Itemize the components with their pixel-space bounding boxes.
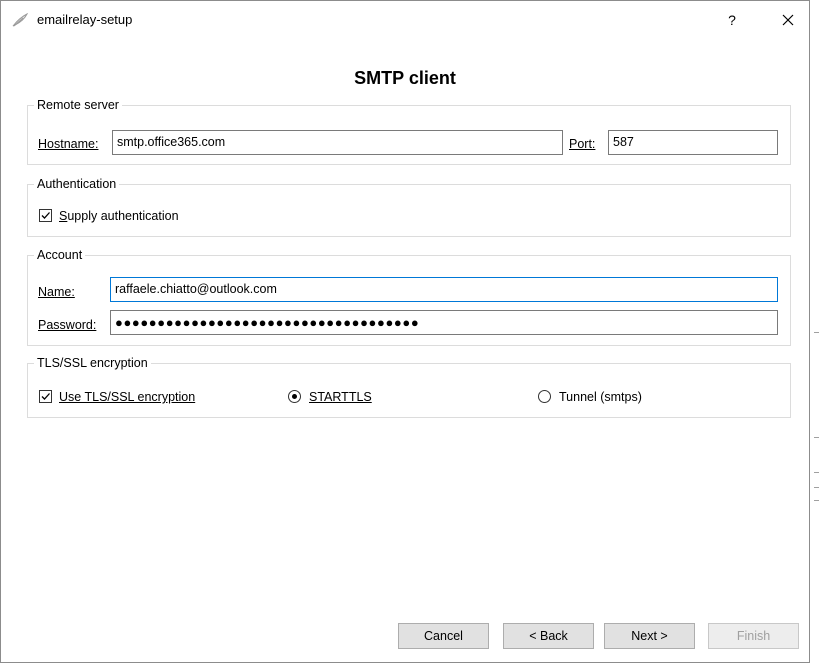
remote-server-group: Remote server Hostname: smtp.office365.c… [27, 97, 791, 165]
tls-group-title: TLS/SSL encryption [34, 355, 151, 371]
tunnel-smtps-label[interactable]: Tunnel (smtps) [559, 389, 642, 405]
window-title: emailrelay-setup [37, 12, 133, 27]
page-title: SMTP client [354, 68, 456, 88]
authentication-group: Authentication Supply authentication [27, 176, 791, 237]
tunnel-smtps-radio[interactable] [538, 390, 551, 403]
close-icon [782, 14, 794, 26]
setup-dialog: emailrelay-setup ? SMTP client Remote se… [0, 0, 810, 663]
authentication-group-title: Authentication [34, 176, 120, 192]
radio-selected-dot [292, 394, 297, 399]
title-bar: emailrelay-setup ? [1, 1, 809, 39]
feather-pen-icon [11, 12, 29, 28]
close-button[interactable] [771, 5, 805, 35]
next-button[interactable]: Next > [604, 623, 695, 649]
use-tls-checkbox[interactable] [39, 390, 52, 403]
name-label: Name: [38, 285, 75, 299]
account-group-title: Account [34, 247, 86, 263]
checkmark-icon [41, 393, 50, 400]
checkmark-icon [41, 212, 50, 219]
port-field[interactable]: 587 [608, 130, 778, 155]
supply-authentication-label[interactable]: Supply authentication [59, 208, 179, 224]
hostname-label: Hostname: [38, 137, 99, 151]
use-tls-label[interactable]: Use TLS/SSL encryption [59, 389, 195, 405]
back-button[interactable]: < Back [503, 623, 594, 649]
background-window-edge [810, 0, 819, 665]
finish-button[interactable]: Finish [708, 623, 799, 649]
password-field[interactable]: ●●●●●●●●●●●●●●●●●●●●●●●●●●●●●●●●●●●● [110, 310, 778, 335]
remote-server-group-title: Remote server [34, 97, 122, 113]
help-button[interactable]: ? [717, 5, 747, 35]
hostname-field[interactable]: smtp.office365.com [112, 130, 563, 155]
tls-group: TLS/SSL encryption Use TLS/SSL encryptio… [27, 355, 791, 418]
password-label: Password: [38, 318, 97, 332]
account-group: Account Name: raffaele.chiatto@outlook.c… [27, 247, 791, 346]
cancel-button[interactable]: Cancel [398, 623, 489, 649]
supply-authentication-label-text: upply authentication [67, 209, 179, 223]
starttls-label[interactable]: STARTTLS [309, 389, 372, 405]
supply-authentication-checkbox[interactable] [39, 209, 52, 222]
port-label: Port: [569, 137, 596, 151]
name-field[interactable]: raffaele.chiatto@outlook.com [110, 277, 778, 302]
starttls-radio[interactable] [288, 390, 301, 403]
